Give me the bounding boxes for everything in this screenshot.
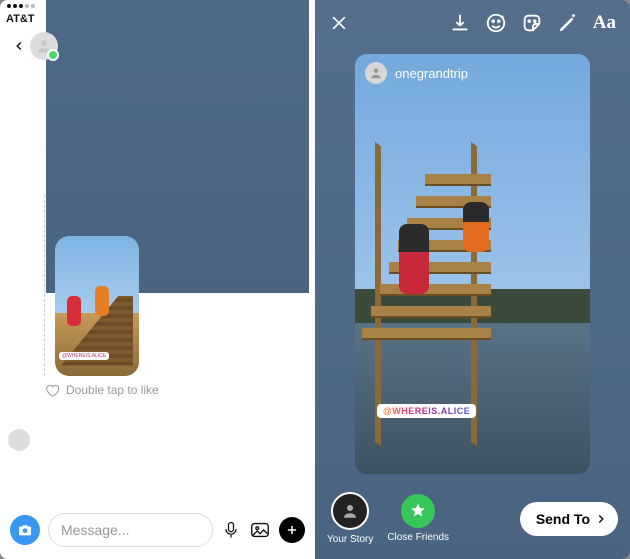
message-input[interactable]: Message... <box>48 513 213 547</box>
draw-icon[interactable] <box>557 12 579 34</box>
like-hint-row[interactable]: Double tap to like <box>16 376 299 402</box>
mic-button[interactable] <box>221 519 241 541</box>
your-story-label: Your Story <box>327 534 373 545</box>
status-bar: AT&T 12:16 100% <box>0 0 315 26</box>
story-canvas[interactable]: onegrandtrip @WHEREIS.ALICE <box>355 54 590 474</box>
share-bar: Your Story Close Friends Send To <box>315 482 630 559</box>
message-placeholder: Message... <box>61 522 129 538</box>
message-avatar[interactable] <box>8 429 30 451</box>
your-story-button[interactable]: Your Story <box>327 492 373 545</box>
dm-screen: AT&T 12:16 100% onegrandtrip Active now <box>0 0 315 559</box>
effects-icon[interactable] <box>485 12 507 34</box>
close-button[interactable] <box>329 13 349 33</box>
back-button[interactable] <box>8 36 30 56</box>
camera-button[interactable] <box>10 515 40 545</box>
signal-carrier: AT&T <box>6 1 46 25</box>
send-to-label: Send To <box>536 511 590 527</box>
story-attribution[interactable]: onegrandtrip <box>365 62 468 84</box>
message-input-bar: Message... <box>0 505 315 559</box>
mention-sticker[interactable]: @WHEREIS.ALICE <box>377 404 476 418</box>
header-avatar[interactable] <box>30 32 58 60</box>
like-hint-text: Double tap to like <box>66 383 159 397</box>
chevron-right-icon <box>594 512 608 526</box>
story-editor-screen: Aa onegrandtrip @WHERE <box>315 0 630 559</box>
heart-icon <box>44 382 60 398</box>
story-username: onegrandtrip <box>395 66 468 81</box>
save-icon[interactable] <box>449 12 471 34</box>
story-thumbnail[interactable]: @WHEREIS.ALICE <box>55 236 139 376</box>
gallery-button[interactable] <box>249 519 271 541</box>
plus-button[interactable] <box>279 517 305 543</box>
send-to-button[interactable]: Send To <box>520 502 618 536</box>
thumb-mention-tag: @WHEREIS.ALICE <box>59 352 109 360</box>
text-icon[interactable]: Aa <box>593 12 616 34</box>
close-friends-button[interactable]: Close Friends <box>387 494 449 543</box>
close-friends-label: Close Friends <box>387 532 449 543</box>
editor-toolbar: Aa <box>315 0 630 46</box>
sticker-icon[interactable] <box>521 12 543 34</box>
